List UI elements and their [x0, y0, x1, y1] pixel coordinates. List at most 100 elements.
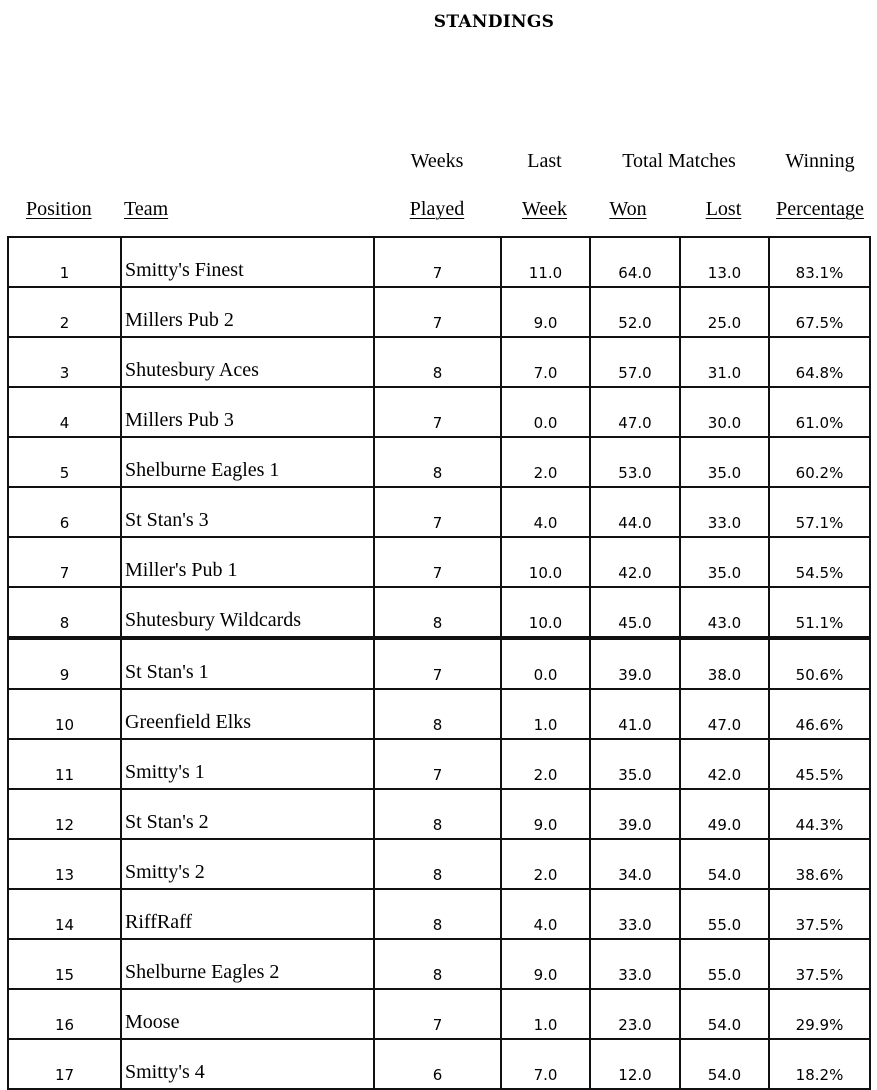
team-cell: Smitty's 4	[120, 1038, 375, 1090]
last-week-cell: 2.0	[500, 738, 591, 790]
header-lost: Lost	[705, 198, 742, 220]
winning-percentage-cell: 83.1%	[768, 236, 871, 288]
won-cell: 57.0	[589, 336, 681, 388]
team-cell: Shelburne Eagles 2	[120, 938, 375, 990]
last-week-cell: 2.0	[500, 436, 591, 488]
team-cell: Shutesbury Wildcards	[120, 586, 375, 640]
team-cell: St Stan's 3	[120, 486, 375, 538]
header-total-matches: Total Matches	[622, 150, 736, 172]
lost-cell: 33.0	[679, 486, 770, 538]
last-week-cell: 11.0	[500, 236, 591, 288]
winning-percentage-cell: 37.5%	[768, 888, 871, 940]
last-week-cell: 10.0	[500, 536, 591, 588]
team-cell: Smitty's 2	[120, 838, 375, 890]
last-week-cell: 4.0	[500, 486, 591, 538]
weeks-played-cell: 8	[373, 336, 502, 388]
weeks-played-cell: 8	[373, 938, 502, 990]
table-row: 9 St Stan's 1 7 0.0 39.0 38.0 50.6%	[7, 637, 871, 690]
header-position: Position	[26, 198, 92, 220]
last-week-cell: 7.0	[500, 336, 591, 388]
position-cell: 17	[7, 1038, 122, 1090]
won-cell: 41.0	[589, 688, 681, 740]
last-week-cell: 9.0	[500, 286, 591, 338]
weeks-played-cell: 8	[373, 788, 502, 840]
weeks-played-cell: 7	[373, 637, 502, 690]
lost-cell: 55.0	[679, 888, 770, 940]
weeks-played-cell: 7	[373, 536, 502, 588]
table-row: 12 St Stan's 2 8 9.0 39.0 49.0 44.3%	[7, 788, 871, 840]
lost-cell: 49.0	[679, 788, 770, 840]
winning-percentage-cell: 29.9%	[768, 988, 871, 1040]
won-cell: 39.0	[589, 788, 681, 840]
last-week-cell: 2.0	[500, 838, 591, 890]
page-title: STANDINGS	[433, 12, 555, 32]
won-cell: 33.0	[589, 888, 681, 940]
header-won: Won	[609, 198, 647, 220]
team-cell: Greenfield Elks	[120, 688, 375, 740]
winning-percentage-cell: 38.6%	[768, 838, 871, 890]
winning-percentage-cell: 45.5%	[768, 738, 871, 790]
header-weeks-top: Weeks	[410, 150, 464, 172]
header-weeks-played: Played	[409, 198, 465, 220]
table-row: 13 Smitty's 2 8 2.0 34.0 54.0 38.6%	[7, 838, 871, 890]
won-cell: 45.0	[589, 586, 681, 640]
table-row: 4 Millers Pub 3 7 0.0 47.0 30.0 61.0%	[7, 386, 871, 438]
position-cell: 14	[7, 888, 122, 940]
lost-cell: 42.0	[679, 738, 770, 790]
last-week-cell: 0.0	[500, 386, 591, 438]
winning-percentage-cell: 54.5%	[768, 536, 871, 588]
team-cell: Smitty's Finest	[120, 236, 375, 288]
position-cell: 2	[7, 286, 122, 338]
position-cell: 5	[7, 436, 122, 488]
position-cell: 12	[7, 788, 122, 840]
won-cell: 42.0	[589, 536, 681, 588]
standings-table: 1 Smitty's Finest 7 11.0 64.0 13.0 83.1% 2 Mille…	[7, 236, 871, 1090]
table-row: 11 Smitty's 1 7 2.0 35.0 42.0 45.5%	[7, 738, 871, 790]
position-cell: 9	[7, 637, 122, 690]
weeks-played-cell: 7	[373, 286, 502, 338]
winning-percentage-cell: 67.5%	[768, 286, 871, 338]
table-row: 3 Shutesbury Aces 8 7.0 57.0 31.0 64.8%	[7, 336, 871, 388]
header-last-week: Week	[521, 198, 568, 220]
team-cell: Millers Pub 3	[120, 386, 375, 438]
weeks-played-cell: 7	[373, 738, 502, 790]
lost-cell: 47.0	[679, 688, 770, 740]
won-cell: 64.0	[589, 236, 681, 288]
position-cell: 7	[7, 536, 122, 588]
weeks-played-cell: 8	[373, 688, 502, 740]
winning-percentage-cell: 64.8%	[768, 336, 871, 388]
lost-cell: 55.0	[679, 938, 770, 990]
header-last-top: Last	[527, 150, 562, 172]
table-row: 10 Greenfield Elks 8 1.0 41.0 47.0 46.6%	[7, 688, 871, 740]
table-row: 8 Shutesbury Wildcards 8 10.0 45.0 43.0 51.1%	[7, 586, 871, 640]
won-cell: 34.0	[589, 838, 681, 890]
lost-cell: 54.0	[679, 838, 770, 890]
lost-cell: 35.0	[679, 536, 770, 588]
won-cell: 33.0	[589, 938, 681, 990]
team-cell: Smitty's 1	[120, 738, 375, 790]
lost-cell: 54.0	[679, 988, 770, 1040]
team-cell: Moose	[120, 988, 375, 1040]
team-cell: Shutesbury Aces	[120, 336, 375, 388]
winning-percentage-cell: 37.5%	[768, 938, 871, 990]
last-week-cell: 1.0	[500, 688, 591, 740]
header-winning-top: Winning	[785, 150, 855, 172]
header-winning-percentage: Percentage	[776, 198, 864, 220]
position-cell: 11	[7, 738, 122, 790]
last-week-cell: 10.0	[500, 586, 591, 640]
lost-cell: 43.0	[679, 586, 770, 640]
last-week-cell: 0.0	[500, 637, 591, 690]
weeks-played-cell: 7	[373, 386, 502, 438]
weeks-played-cell: 7	[373, 988, 502, 1040]
weeks-played-cell: 7	[373, 236, 502, 288]
winning-percentage-cell: 61.0%	[768, 386, 871, 438]
last-week-cell: 9.0	[500, 788, 591, 840]
position-cell: 13	[7, 838, 122, 890]
lost-cell: 13.0	[679, 236, 770, 288]
winning-percentage-cell: 51.1%	[768, 586, 871, 640]
lost-cell: 25.0	[679, 286, 770, 338]
won-cell: 39.0	[589, 637, 681, 690]
team-cell: Miller's Pub 1	[120, 536, 375, 588]
weeks-played-cell: 7	[373, 486, 502, 538]
lost-cell: 31.0	[679, 336, 770, 388]
